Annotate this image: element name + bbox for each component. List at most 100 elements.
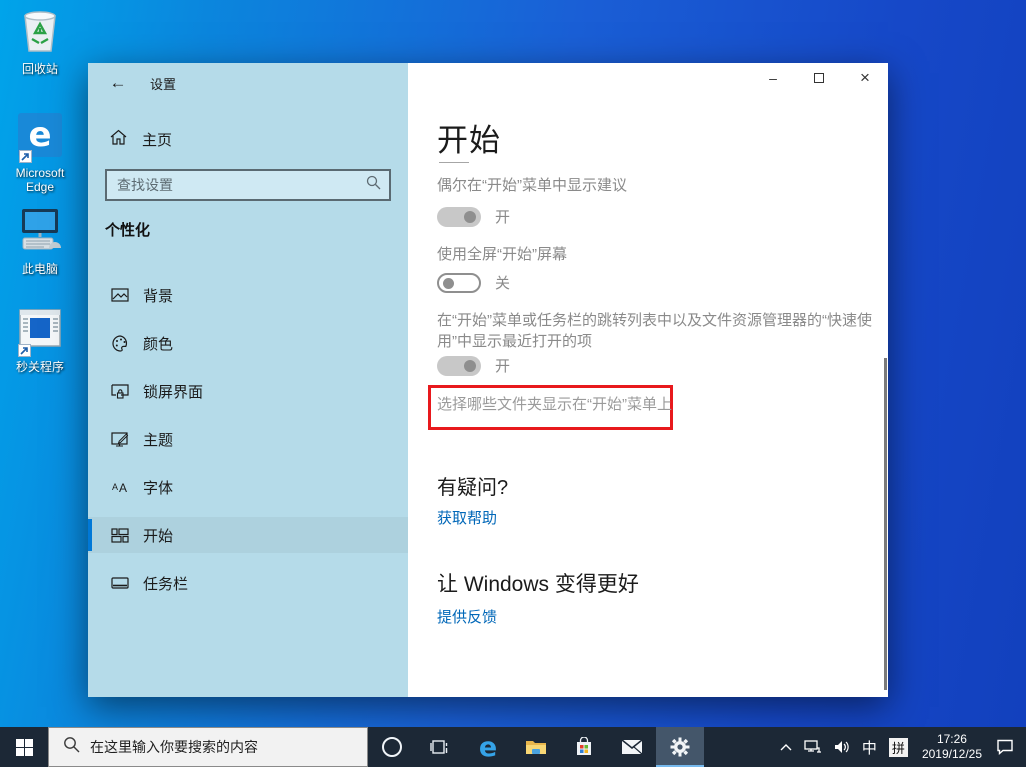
ime-language-indicator[interactable]: 中: [856, 727, 883, 767]
file-explorer-icon: [526, 741, 546, 754]
lock-screen-icon: [110, 383, 130, 400]
cortana-icon: [382, 737, 402, 757]
recycle-bin-icon: [17, 6, 63, 59]
mail-icon: [621, 739, 643, 755]
settings-gear-icon: [670, 737, 690, 757]
feedback-heading: 让 Windows 变得更好: [437, 573, 639, 596]
get-help-link[interactable]: 获取帮助: [437, 507, 497, 528]
scrollbar-thumb[interactable]: [884, 358, 887, 690]
desktop-icon-label: 秒关程序: [15, 360, 64, 374]
search-icon: [366, 175, 381, 195]
shortcut-arrow-icon: [19, 150, 32, 163]
maximize-button[interactable]: [796, 63, 842, 93]
clock-date: 2019/12/25: [921, 747, 982, 761]
palette-icon: [110, 334, 130, 352]
title-underline: [439, 162, 469, 163]
file-explorer-button[interactable]: [512, 727, 560, 767]
settings-search-input[interactable]: [117, 177, 366, 193]
sidebar-item-taskbar[interactable]: 任务栏: [88, 565, 408, 601]
caption-controls: – ×: [750, 63, 888, 93]
desktop-icon-edge[interactable]: e Microsoft Edge: [1, 112, 79, 194]
desktop-icon-app-shortcut[interactable]: 秒关程序: [1, 306, 79, 374]
desktop-icon-label: Microsoft Edge: [15, 166, 65, 194]
settings-taskbar-button[interactable]: [656, 727, 704, 767]
taskbar: e 中: [0, 727, 1026, 767]
taskbar-clock[interactable]: 17:26 2019/12/25: [914, 732, 990, 762]
desktop-icon-label: 此电脑: [21, 262, 58, 276]
sidebar-item-themes[interactable]: 主题: [88, 421, 408, 457]
this-pc-icon: [15, 206, 65, 259]
system-tray: 中 拼 17:26 2019/12/25: [774, 727, 1026, 767]
settings-window: ← 设置 主页 个性化 背景: [88, 63, 888, 697]
clock-time: 17:26: [936, 732, 967, 746]
windows-logo-icon: [15, 738, 33, 756]
shortcut-arrow-icon: [18, 344, 31, 357]
sidebar-home-label: 主页: [142, 131, 173, 149]
sidebar-item-colors[interactable]: 颜色: [88, 325, 408, 361]
toggle-suggestions[interactable]: 开: [437, 206, 510, 227]
close-button[interactable]: ×: [842, 63, 888, 93]
start-button[interactable]: [0, 727, 48, 767]
sidebar-item-start[interactable]: 开始: [88, 517, 408, 553]
toggle-switch-on[interactable]: [437, 355, 481, 376]
taskbar-search-input[interactable]: [90, 739, 340, 755]
back-button[interactable]: ←: [102, 70, 134, 96]
edge-icon: e: [478, 731, 498, 763]
desktop-icon-recycle-bin[interactable]: 回收站: [1, 6, 79, 76]
minimize-button[interactable]: –: [750, 63, 796, 93]
toggle-switch-on[interactable]: [437, 206, 481, 227]
settings-sidebar: ← 设置 主页 个性化 背景: [88, 63, 408, 697]
tray-network-button[interactable]: [798, 727, 828, 767]
store-icon: [577, 737, 591, 755]
tray-volume-button[interactable]: [828, 727, 856, 767]
desktop-icon-label: 回收站: [21, 62, 58, 76]
settings-search-box[interactable]: [105, 169, 391, 201]
setting-label-fullscreen-start: 使用全屏“开始”屏幕: [437, 246, 567, 263]
cortana-button[interactable]: [368, 727, 416, 767]
edge-taskbar-button[interactable]: e: [464, 727, 512, 767]
network-icon: [804, 740, 821, 753]
help-heading: 有疑问?: [437, 477, 509, 499]
give-feedback-link[interactable]: 提供反馈: [437, 606, 497, 627]
action-center-button[interactable]: [990, 727, 1026, 767]
fonts-icon: AA: [110, 479, 130, 495]
sidebar-section-title: 个性化: [105, 222, 151, 239]
setting-label-suggestions: 偶尔在“开始”菜单中显示建议: [437, 177, 627, 194]
program-window-icon: [16, 306, 64, 357]
setting-label-recent-items: 在“开始”菜单或任务栏的跳转列表中以及文件资源管理器的“快速使用”中显示最近打开…: [437, 312, 872, 350]
start-tiles-icon: [110, 527, 130, 543]
search-icon: [63, 736, 80, 758]
window-title: 设置: [150, 76, 177, 92]
toggle-switch-off[interactable]: [437, 272, 481, 293]
sidebar-item-background[interactable]: 背景: [88, 277, 408, 313]
sidebar-item-fonts[interactable]: AA 字体: [88, 469, 408, 505]
sidebar-item-lock-screen[interactable]: 锁屏界面: [88, 373, 408, 409]
desktop-icon-this-pc[interactable]: 此电脑: [1, 206, 79, 276]
store-button[interactable]: [560, 727, 608, 767]
svg-text:A: A: [112, 482, 118, 492]
taskbar-icon: [110, 576, 130, 590]
background-icon: [110, 287, 130, 303]
choose-folders-link[interactable]: 选择哪些文件夹显示在“开始”菜单上: [437, 393, 672, 414]
toggle-fullscreen-start[interactable]: 关: [437, 272, 510, 293]
settings-content: – × 开始 偶尔在“开始”菜单中显示建议 开 使用全屏“开始”屏幕 关 在“开…: [408, 63, 888, 697]
edge-icon: e: [17, 112, 63, 163]
taskbar-search-box[interactable]: [48, 727, 368, 767]
tray-chevron-button[interactable]: [774, 727, 798, 767]
sidebar-nav: 背景 颜色 锁屏界面 主题 A A 字体 开始 任务栏: [88, 277, 408, 601]
task-view-button[interactable]: [416, 727, 464, 767]
home-icon: [110, 129, 127, 150]
svg-text:e: e: [28, 115, 51, 155]
action-center-icon: [997, 739, 1013, 755]
toggle-recent-items[interactable]: 开: [437, 355, 510, 376]
sidebar-item-home[interactable]: 主页: [110, 125, 408, 153]
ime-mode-indicator[interactable]: 拼: [883, 727, 914, 767]
chevron-up-icon: [780, 744, 792, 751]
mail-button[interactable]: [608, 727, 656, 767]
theme-icon: [110, 431, 130, 448]
page-title: 开始: [437, 123, 501, 158]
svg-text:A: A: [119, 481, 127, 495]
task-view-icon: [430, 740, 448, 754]
window-titlebar: ← 设置: [88, 63, 408, 103]
volume-icon: [834, 741, 849, 753]
